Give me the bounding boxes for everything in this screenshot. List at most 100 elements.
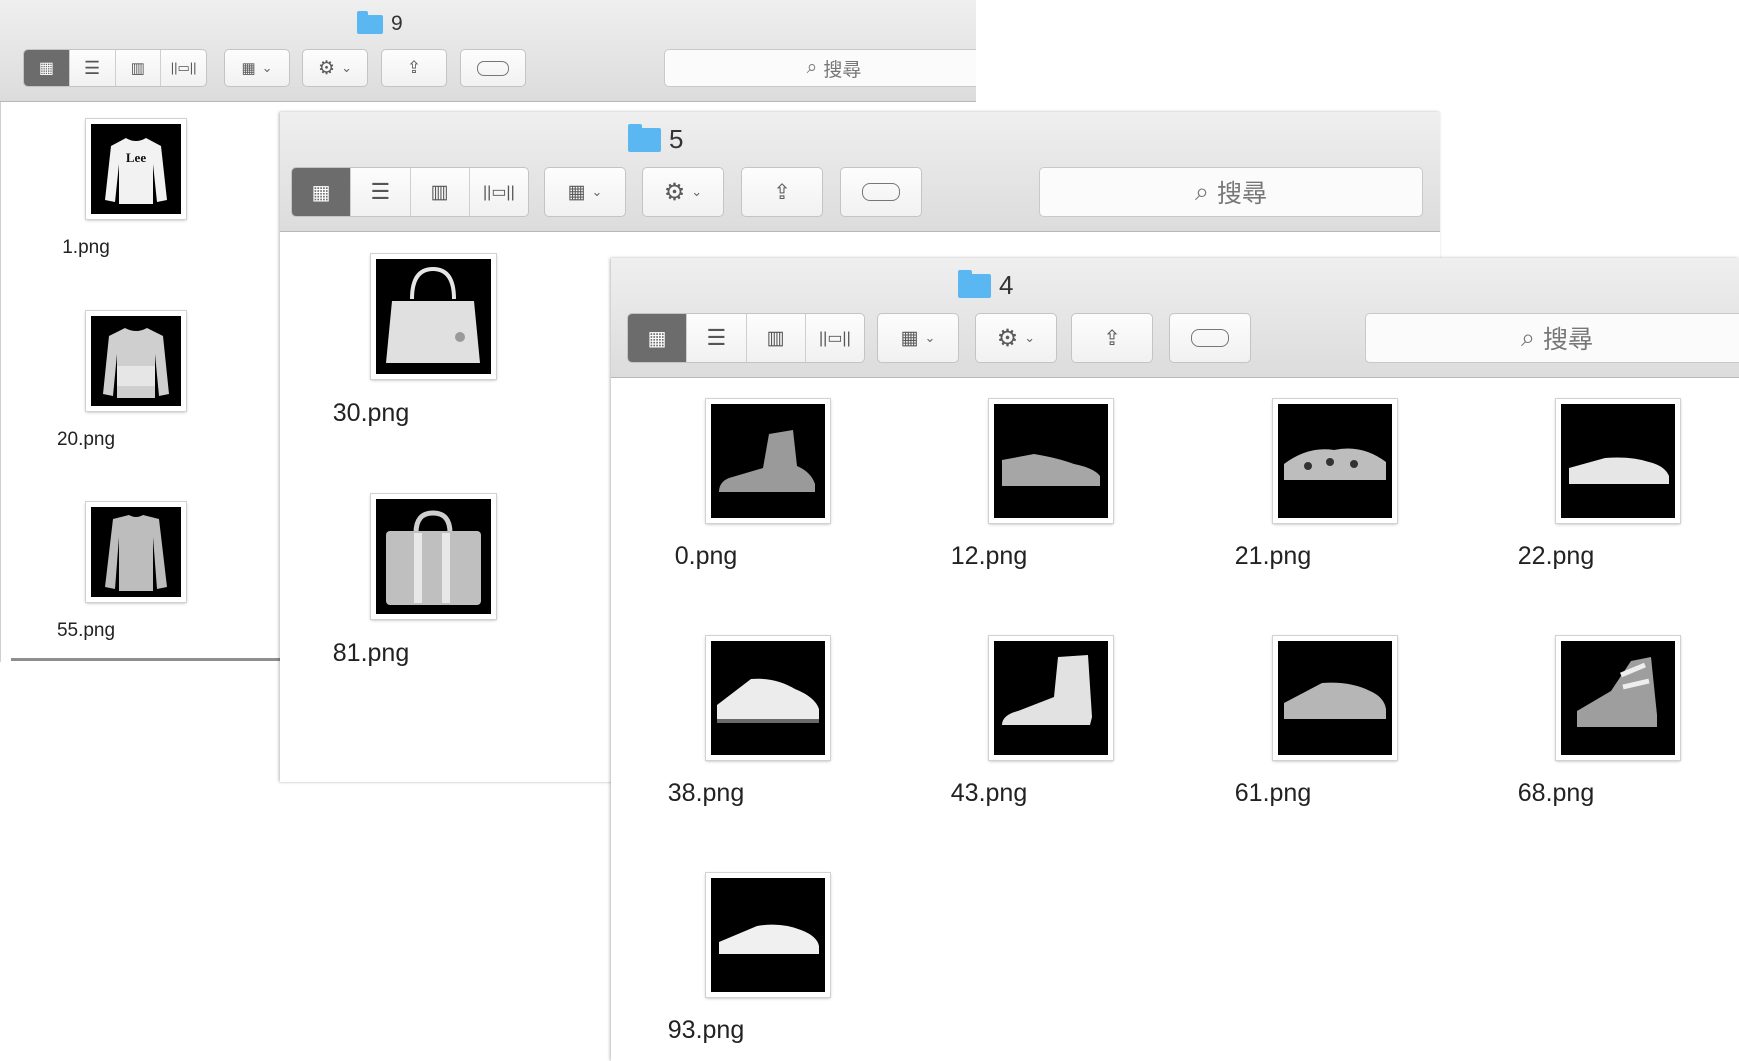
file-thumbnail xyxy=(989,636,1113,760)
file-name: 38.png xyxy=(667,779,745,807)
list-icon: ☰ xyxy=(84,57,101,78)
share-icon: ⇪ xyxy=(1103,326,1121,350)
coverflow-view-button[interactable]: ||▭|| xyxy=(160,50,206,86)
search-placeholder: 搜尋 xyxy=(1543,326,1594,354)
window-title-text: 4 xyxy=(999,270,1014,300)
file-thumbnail xyxy=(706,873,830,997)
file-thumbnail xyxy=(989,399,1113,523)
icon-view-button[interactable]: ▦ xyxy=(24,50,69,86)
view-mode-control: ▦ ☰ ▥ ||▭|| xyxy=(627,313,865,363)
file-name: 0.png xyxy=(674,542,738,570)
action-button[interactable]: ⚙ ⌄ xyxy=(302,49,368,87)
icon-view-button[interactable]: ▦ xyxy=(292,168,351,216)
share-button[interactable]: ⇪ xyxy=(381,49,447,87)
file-thumbnail xyxy=(1556,399,1680,523)
toolbar: 5 ▦ ☰ ▥ ||▭|| ▦ ⌄ ⚙ ⌄ ⇪ ⌕ 搜尋 xyxy=(280,112,1440,232)
file-name: 93.png xyxy=(667,1016,745,1044)
toolbar: 9 ▦ ☰ ▥ ||▭|| ▦ ⌄ ⚙ ⌄ ⇪ ⌕ 搜尋 xyxy=(0,0,976,102)
tag-icon xyxy=(1191,329,1229,347)
file-name: 61.png xyxy=(1234,779,1312,807)
search-placeholder: 搜尋 xyxy=(1217,180,1268,208)
list-icon: ☰ xyxy=(706,325,727,350)
coverflow-view-button[interactable]: ||▭|| xyxy=(804,314,864,362)
gear-icon: ⚙ xyxy=(318,57,336,79)
svg-text:Lee: Lee xyxy=(126,150,146,165)
tag-icon xyxy=(477,60,509,76)
folder-icon xyxy=(628,123,661,152)
file-thumbnail xyxy=(706,399,830,523)
window-title: 5 xyxy=(628,123,684,155)
file-thumbnail xyxy=(371,254,496,379)
window-title-text: 5 xyxy=(669,124,684,154)
share-icon: ⇪ xyxy=(773,180,791,204)
arrange-button[interactable]: ▦ ⌄ xyxy=(544,167,626,217)
search-field[interactable]: ⌕ 搜尋 xyxy=(1039,167,1423,217)
tags-button[interactable] xyxy=(840,167,922,217)
file-thumbnail xyxy=(371,494,496,619)
coverflow-view-button[interactable]: ||▭|| xyxy=(468,168,528,216)
chevron-down-icon: ⌄ xyxy=(591,184,603,199)
column-view-button[interactable]: ▥ xyxy=(409,168,469,216)
window-title-text: 9 xyxy=(391,12,403,35)
folder-icon xyxy=(357,10,383,34)
file-grid: 0.png 12.png 21.png 22.png 38.png 43.png… xyxy=(611,378,1739,1061)
share-button[interactable]: ⇪ xyxy=(1071,313,1153,363)
tags-button[interactable] xyxy=(1169,313,1251,363)
search-field[interactable]: ⌕ 搜尋 xyxy=(1365,313,1739,363)
grid-icon: ▦ xyxy=(38,60,54,77)
tags-button[interactable] xyxy=(460,49,526,87)
chevron-down-icon: ⌄ xyxy=(691,184,703,199)
chevron-down-icon: ⌄ xyxy=(1024,330,1036,345)
list-view-button[interactable]: ☰ xyxy=(68,50,115,86)
action-button[interactable]: ⚙ ⌄ xyxy=(975,313,1057,363)
icon-view-button[interactable]: ▦ xyxy=(628,314,687,362)
grid-icon: ▦ xyxy=(311,181,331,204)
arrange-button[interactable]: ▦ ⌄ xyxy=(224,49,290,87)
share-icon: ⇪ xyxy=(406,58,422,77)
toolbar: 4 ▦ ☰ ▥ ||▭|| ▦ ⌄ ⚙ ⌄ ⇪ ⌕ 搜尋 xyxy=(611,258,1739,378)
chevron-down-icon: ⌄ xyxy=(341,60,352,75)
column-view-button[interactable]: ▥ xyxy=(114,50,161,86)
coverflow-icon: ||▭|| xyxy=(819,330,851,347)
gear-icon: ⚙ xyxy=(996,324,1019,352)
share-button[interactable]: ⇪ xyxy=(741,167,823,217)
window-title: 9 xyxy=(357,10,403,36)
file-name: 20.png xyxy=(56,429,116,450)
coverflow-icon: ||▭|| xyxy=(483,184,515,201)
column-view-button[interactable]: ▥ xyxy=(745,314,805,362)
arrange-button[interactable]: ▦ ⌄ xyxy=(877,313,959,363)
folder-icon xyxy=(958,269,991,298)
arrange-icon: ▦ xyxy=(567,181,586,203)
chevron-down-icon: ⌄ xyxy=(261,60,273,75)
file-name: 30.png xyxy=(332,399,410,427)
tag-icon xyxy=(862,183,900,201)
search-field[interactable]: ⌕ 搜尋 xyxy=(664,49,976,87)
action-button[interactable]: ⚙ ⌄ xyxy=(642,167,724,217)
list-view-button[interactable]: ☰ xyxy=(686,314,745,362)
columns-icon: ▥ xyxy=(430,181,449,203)
file-name: 81.png xyxy=(332,639,410,667)
chevron-down-icon: ⌄ xyxy=(924,330,936,345)
file-name: 55.png xyxy=(56,620,116,641)
view-mode-control: ▦ ☰ ▥ ||▭|| xyxy=(291,167,529,217)
window-title: 4 xyxy=(958,269,1014,301)
search-icon: ⌕ xyxy=(1520,323,1535,352)
gear-icon: ⚙ xyxy=(663,178,686,206)
file-thumbnail xyxy=(86,311,186,411)
file-thumbnail: Lee xyxy=(86,119,186,219)
file-thumbnail xyxy=(1273,399,1397,523)
file-name: 12.png xyxy=(950,542,1028,570)
grid-icon: ▦ xyxy=(647,327,667,350)
file-name: 21.png xyxy=(1234,542,1312,570)
file-name: 43.png xyxy=(950,779,1028,807)
search-placeholder: 搜尋 xyxy=(823,59,862,81)
arrange-icon: ▦ xyxy=(241,60,256,77)
list-view-button[interactable]: ☰ xyxy=(350,168,409,216)
file-thumbnail xyxy=(706,636,830,760)
file-name: 22.png xyxy=(1517,542,1595,570)
search-icon: ⌕ xyxy=(1194,177,1209,206)
coverflow-icon: ||▭|| xyxy=(170,60,197,75)
file-thumbnail xyxy=(1273,636,1397,760)
view-mode-control: ▦ ☰ ▥ ||▭|| xyxy=(23,49,207,87)
finder-window-4: 4 ▦ ☰ ▥ ||▭|| ▦ ⌄ ⚙ ⌄ ⇪ ⌕ 搜尋 0.png 12.pn… xyxy=(611,258,1739,1061)
